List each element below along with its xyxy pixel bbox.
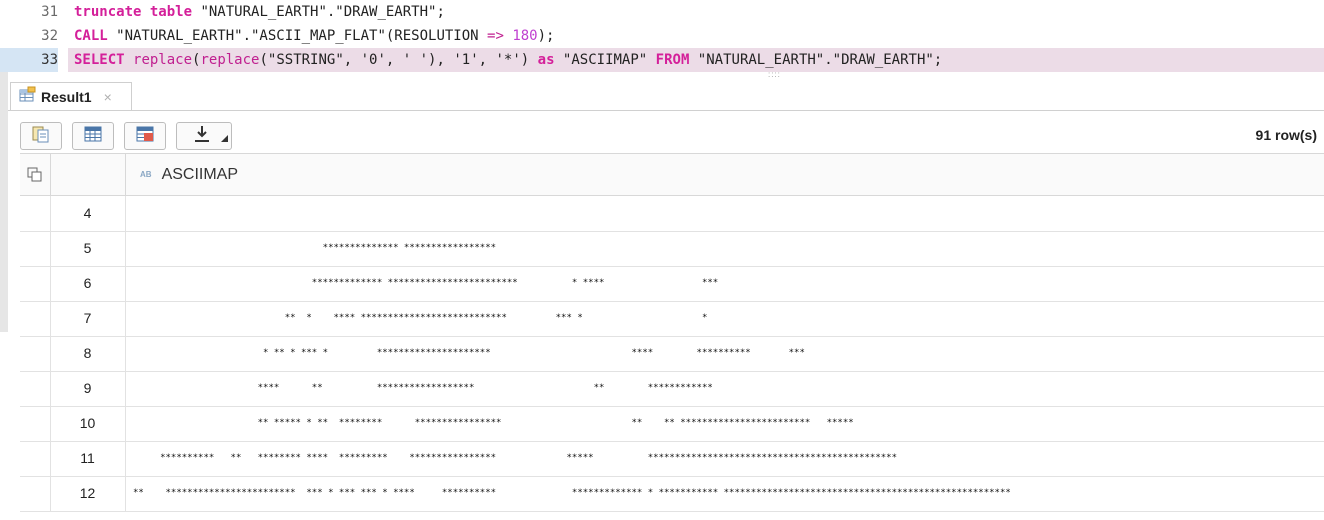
result-toolbar [20, 120, 232, 152]
row-count: 91 row(s) [1255, 127, 1317, 143]
grid-header: AB ASCIIMAP [20, 154, 1324, 196]
tab-result1[interactable]: Result1 × [10, 82, 132, 110]
code-line[interactable]: SELECT replace(replace("SSTRING", '0', '… [68, 48, 1324, 72]
select-all-icon [27, 167, 43, 188]
pane-splitter-handle[interactable]: :::: [768, 70, 781, 79]
asciimap-cell[interactable]: * ** * *** * ********************* **** … [133, 336, 805, 371]
row-number: 6 [50, 266, 126, 301]
line-number: 31 [41, 4, 58, 20]
row-number: 11 [50, 441, 126, 476]
row-number: 9 [50, 371, 126, 406]
asciimap-cell[interactable]: ************** ***************** [133, 231, 496, 266]
row-number: 8 [50, 336, 126, 371]
code-token: truncate table [74, 4, 193, 20]
close-icon[interactable]: × [104, 89, 112, 105]
download-icon [193, 124, 215, 149]
asciimap-cell[interactable]: ** ************************ *** * *** **… [133, 476, 1011, 511]
table-row[interactable]: 6 ************* ************************… [20, 266, 1324, 302]
code-token: ); [537, 28, 555, 44]
asciimap-cell[interactable]: ********** ** ******** **** ********* **… [133, 441, 897, 476]
sql-editor[interactable]: 31 truncate table "NATURAL_EARTH"."DRAW_E… [0, 0, 1324, 72]
copy-icon [31, 125, 51, 148]
column-header-asciimap[interactable]: AB ASCIIMAP [126, 154, 238, 195]
table-row[interactable]: 12 ** ************************ *** * *** … [20, 476, 1324, 512]
table-row[interactable]: 10 ** ***** * ** ******** **************… [20, 406, 1324, 442]
select-all-corner[interactable] [20, 154, 51, 195]
code-token: replace [133, 52, 193, 68]
result-grid[interactable]: AB ASCIIMAP 45 ************** **********… [20, 153, 1324, 512]
dropdown-arrow-icon [221, 129, 228, 147]
table-row[interactable]: 7 ** * **** *************************** … [20, 301, 1324, 337]
code-token: "NATURAL_EARTH"."DRAW_EARTH"; [689, 52, 943, 68]
row-number: 7 [50, 301, 126, 336]
row-selector[interactable] [20, 476, 51, 511]
copy-button[interactable] [20, 122, 62, 150]
code-token: => [487, 28, 504, 44]
table-view-button[interactable] [124, 122, 166, 150]
row-number: 12 [50, 476, 126, 511]
asciimap-cell[interactable]: **** ** ****************** ** **********… [133, 371, 713, 406]
row-number: 4 [50, 196, 126, 231]
row-selector[interactable] [20, 336, 51, 371]
code-token: "NATURAL_EARTH"."DRAW_EARTH"; [192, 4, 445, 20]
table-row[interactable]: 8 * ** * *** * ********************* ***… [20, 336, 1324, 372]
export-dropdown-button[interactable] [176, 122, 232, 150]
code-line[interactable]: truncate table "NATURAL_EARTH"."DRAW_EAR… [68, 0, 1324, 24]
row-selector[interactable] [20, 266, 51, 301]
column-header-label: ASCIIMAP [161, 165, 239, 183]
row-selector[interactable] [20, 406, 51, 441]
code-token: "NATURAL_EARTH"."ASCII_MAP_FLAT"(RESOLUT… [107, 28, 488, 44]
row-selector[interactable] [20, 371, 51, 406]
code-token: SELECT [74, 52, 125, 68]
code-token: "ASCIIMAP" [554, 52, 656, 68]
table-row[interactable]: 11 ********** ** ******** **** *********… [20, 441, 1324, 477]
table-row[interactable]: 4 [20, 196, 1324, 232]
asciimap-cell[interactable]: ** * **** *************************** **… [133, 301, 708, 336]
tab-result1-label: Result1 [41, 88, 92, 105]
code-line[interactable]: CALL "NATURAL_EARTH"."ASCII_MAP_FLAT"(RE… [68, 24, 1324, 48]
row-number: 10 [50, 406, 126, 441]
line-number: 32 [41, 28, 58, 44]
row-selector[interactable] [20, 231, 51, 266]
grid-icon [83, 125, 103, 148]
code-token: FROM [655, 52, 690, 68]
result-grid-icon [19, 86, 37, 107]
asciimap-cell[interactable]: ** ***** * ** ******** **************** … [133, 406, 854, 441]
grid-view-button[interactable] [72, 122, 114, 150]
row-selector[interactable] [20, 196, 51, 231]
table-icon [135, 125, 155, 148]
asciimap-cell[interactable]: ************* ************************ *… [133, 266, 718, 301]
code-token: CALL [74, 28, 108, 44]
line-number: 33 [0, 48, 58, 72]
row-selector[interactable] [20, 441, 51, 476]
string-type-icon: AB [140, 170, 152, 179]
code-token: as [537, 52, 555, 68]
code-token: 180 [512, 28, 538, 44]
code-token: ("SSTRING", '0', ' '), '1', '*') [259, 52, 538, 68]
table-row[interactable]: 5 ************** ***************** [20, 231, 1324, 267]
code-token: replace [200, 52, 260, 68]
row-number: 5 [50, 231, 126, 266]
result-tab-bar: Result1 × [8, 80, 1324, 111]
row-number-header [50, 154, 126, 195]
table-row[interactable]: 9 **** ** ****************** ** ********… [20, 371, 1324, 407]
row-selector[interactable] [20, 301, 51, 336]
left-panel-rail [0, 72, 8, 332]
